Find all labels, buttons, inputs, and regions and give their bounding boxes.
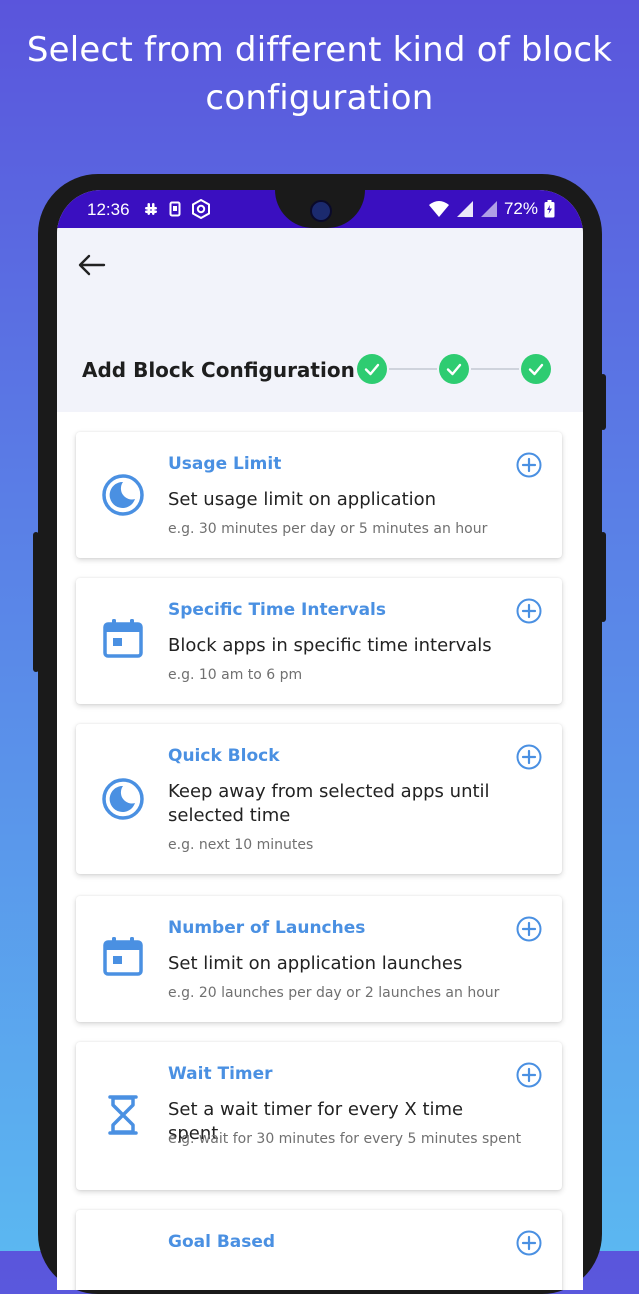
page-title: Add Block Configuration (82, 358, 355, 382)
step-complete-icon (439, 354, 469, 384)
card-quick-block[interactable]: Quick Block Keep away from selected apps… (76, 724, 562, 874)
front-camera (310, 200, 332, 222)
step-complete-icon (521, 354, 551, 384)
add-circle-icon[interactable] (516, 598, 542, 624)
card-description: Block apps in specific time intervals (168, 635, 492, 656)
battery-percent: 72% (503, 199, 538, 218)
system-icons: 72% (428, 199, 555, 219)
wifi-icon (428, 201, 449, 217)
signal-icon-2 (480, 201, 497, 217)
card-example: e.g. 20 launches per day or 2 launches a… (168, 985, 500, 1001)
card-title: Goal Based (168, 1232, 276, 1252)
notification-icons (143, 199, 211, 219)
calendar-icon (103, 619, 143, 658)
back-arrow-icon[interactable] (77, 250, 107, 280)
block-type-list: Usage Limit Set usage limit on applicati… (57, 412, 583, 1290)
status-bar: 12:36 72% (57, 190, 583, 228)
add-circle-icon[interactable] (516, 1230, 542, 1256)
device-icon (169, 201, 181, 217)
step-connector (471, 368, 519, 370)
step-complete-icon (357, 354, 387, 384)
step-connector (389, 368, 437, 370)
card-title: Specific Time Intervals (168, 600, 386, 620)
signal-icon (456, 201, 473, 217)
card-description: Set usage limit on application (168, 489, 437, 510)
card-title: Usage Limit (168, 454, 282, 474)
card-example: e.g. next 10 minutes (168, 837, 314, 853)
add-circle-icon[interactable] (516, 452, 542, 478)
slack-icon (145, 203, 157, 215)
calendar-icon (103, 937, 143, 976)
phone-screen: 12:36 72% Add Block Configuration Usage … (57, 190, 583, 1290)
card-title: Wait Timer (168, 1064, 273, 1084)
battery-icon (544, 200, 555, 218)
step-progress (357, 352, 557, 386)
card-usage-limit[interactable]: Usage Limit Set usage limit on applicati… (76, 432, 562, 558)
hourglass-icon (108, 1095, 138, 1135)
add-circle-icon[interactable] (516, 1062, 542, 1088)
add-circle-icon[interactable] (516, 916, 542, 942)
card-number-of-launches[interactable]: Number of Launches Set limit on applicat… (76, 896, 562, 1022)
card-description: Keep away from selected apps until selec… (168, 781, 490, 826)
card-example: e.g. 10 am to 6 pm (168, 667, 303, 683)
hexagon-app-icon (192, 199, 210, 219)
promo-headline: Select from different kind of block conf… (26, 30, 613, 118)
app-header: Add Block Configuration (57, 228, 583, 412)
card-example: e.g. 30 minutes per day or 5 minutes an … (168, 521, 488, 537)
card-specific-time-intervals[interactable]: Specific Time Intervals Block apps in sp… (76, 578, 562, 704)
card-wait-timer[interactable]: Wait Timer Set a wait timer for every X … (76, 1042, 562, 1190)
card-title: Quick Block (168, 746, 280, 766)
add-circle-icon[interactable] (516, 744, 542, 770)
card-description: Set limit on application launches (168, 953, 463, 974)
card-goal-based[interactable]: Goal Based (76, 1210, 562, 1290)
card-title: Number of Launches (168, 918, 366, 938)
card-example: e.g. wait for 30 minutes for every 5 min… (168, 1131, 522, 1147)
status-time: 12:36 (87, 200, 130, 219)
clock-icon (102, 474, 144, 516)
clock-icon (102, 778, 144, 820)
